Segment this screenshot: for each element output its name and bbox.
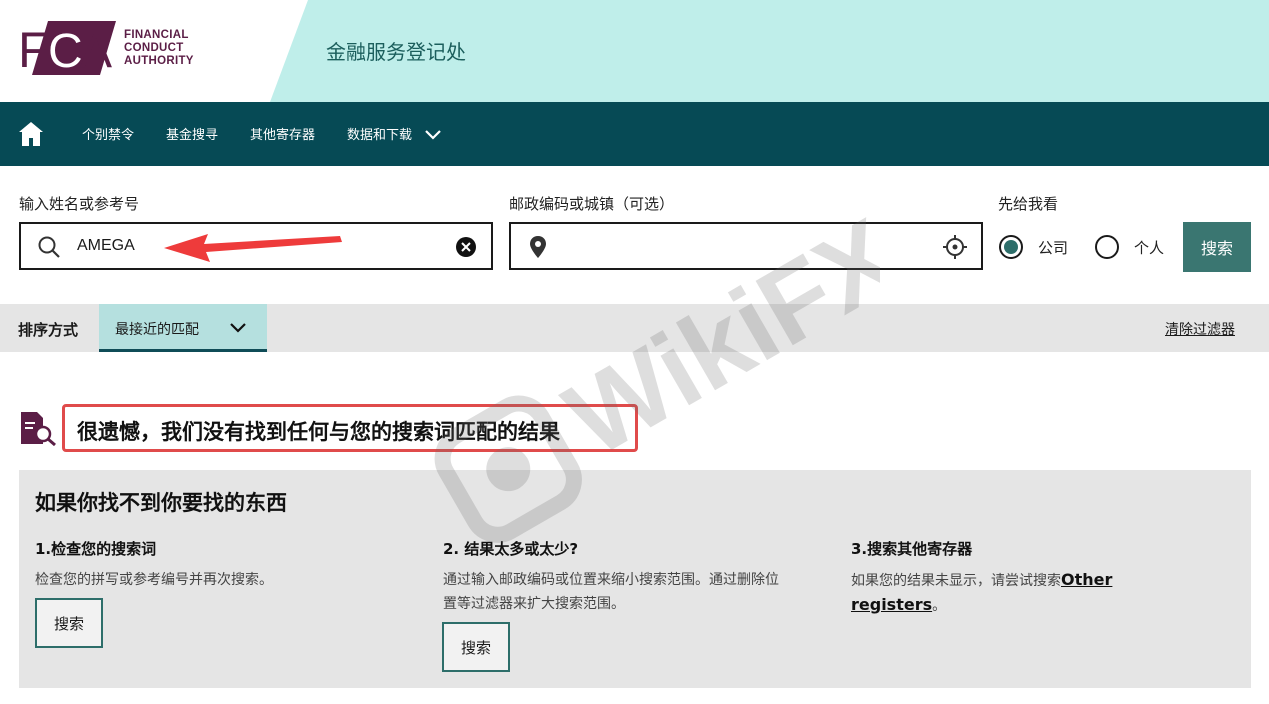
svg-text:C: C: [48, 25, 83, 77]
nav-item-data-downloads[interactable]: 数据和下载: [347, 124, 412, 143]
site-header: F C A FINANCIAL CONDUCT AUTHORITY 金融服务登记…: [0, 0, 1269, 102]
fca-logo-words: FINANCIAL CONDUCT AUTHORITY: [124, 29, 194, 68]
radio-company-selected-dot: [1004, 240, 1018, 254]
fca-logo[interactable]: F C A FINANCIAL CONDUCT AUTHORITY: [18, 18, 194, 78]
logo-word-2: CONDUCT: [124, 41, 184, 54]
radio-individual-label[interactable]: 个人: [1134, 237, 1164, 258]
radio-company[interactable]: [999, 235, 1023, 259]
no-results-message-box: 很遗憾，我们没有找到任何与您的搜索词匹配的结果: [62, 404, 638, 452]
help-col2-text-line1: 通过输入邮政编码或位置来缩小搜索范围。通过删除位: [443, 572, 779, 588]
chevron-down-icon: [230, 323, 246, 333]
radio-company-label[interactable]: 公司: [1038, 237, 1068, 258]
help-col2-heading: 2. 结果太多或太少?: [443, 540, 579, 558]
nav-item-individual-bans[interactable]: 个别禁令: [82, 124, 134, 143]
help-col1-text: 检查您的拼写或参考编号并再次搜索。: [35, 572, 273, 588]
chevron-down-icon[interactable]: [424, 128, 442, 142]
location-search-input[interactable]: [557, 224, 927, 268]
clear-filters-link[interactable]: 清除过滤器: [1165, 319, 1235, 339]
name-label: 输入姓名或参考号: [19, 195, 140, 213]
help-col1-heading: 1.检查您的搜索词: [35, 540, 157, 558]
clear-input-icon[interactable]: [455, 236, 477, 258]
fca-logo-mark: F C A: [18, 21, 116, 77]
help-col1-search-button[interactable]: 搜索: [35, 598, 103, 648]
other-registers-link-part2[interactable]: registers: [851, 595, 932, 614]
logo-word-1: FINANCIAL: [124, 28, 189, 41]
location-label: 邮政编码或城镇（可选）: [509, 195, 675, 213]
red-annotation-arrow: [164, 234, 342, 262]
map-pin-icon: [530, 236, 546, 258]
help-col2-text-line2: 置等过滤器来扩大搜索范围。: [443, 596, 625, 612]
help-col2-search-button[interactable]: 搜索: [442, 622, 510, 672]
help-panel: 如果你找不到你要找的东西 1.检查您的搜索词 检查您的拼写或参考编号并再次搜索。…: [19, 470, 1251, 688]
sort-label: 排序方式: [18, 321, 79, 339]
svg-text:A: A: [80, 25, 112, 77]
document-search-icon: [21, 412, 56, 446]
site-title: 金融服务登记处: [326, 40, 466, 64]
sort-bar: 排序方式 最接近的匹配: [0, 304, 1269, 352]
help-col3-suffix: 。: [932, 598, 947, 614]
other-registers-link-part1[interactable]: Other: [1061, 570, 1112, 589]
nav-item-other-registers[interactable]: 其他寄存器: [250, 124, 315, 143]
help-col3-heading: 3.搜索其他寄存器: [851, 540, 973, 558]
show-first-label: 先给我看: [998, 195, 1059, 213]
home-icon[interactable]: [18, 120, 44, 148]
help-col3-text: 如果您的结果未显示，请尝试搜索Other registers。: [851, 568, 1181, 618]
locate-me-icon[interactable]: [943, 235, 967, 259]
radio-individual[interactable]: [1095, 235, 1119, 259]
help-col3-text-lead: 如果您的结果未显示，请尝试搜索: [851, 573, 1061, 589]
sort-dropdown-value: 最接近的匹配: [115, 322, 199, 338]
no-results-message: 很遗憾，我们没有找到任何与您的搜索词匹配的结果: [77, 420, 560, 444]
nav-item-fund-search[interactable]: 基金搜寻: [166, 124, 218, 143]
help-panel-title: 如果你找不到你要找的东西: [35, 491, 287, 515]
main-nav: 个别禁令 基金搜寻 其他寄存器 数据和下载: [0, 102, 1269, 166]
help-col2-text: 通过输入邮政编码或位置来缩小搜索范围。通过删除位 置等过滤器来扩大搜索范围。: [443, 568, 843, 616]
search-icon: [38, 236, 60, 258]
search-button[interactable]: 搜索: [1183, 222, 1251, 272]
sort-dropdown[interactable]: 最接近的匹配: [99, 304, 267, 352]
svg-text:F: F: [18, 22, 49, 77]
logo-word-3: AUTHORITY: [124, 54, 194, 67]
location-search-field: [509, 222, 983, 270]
